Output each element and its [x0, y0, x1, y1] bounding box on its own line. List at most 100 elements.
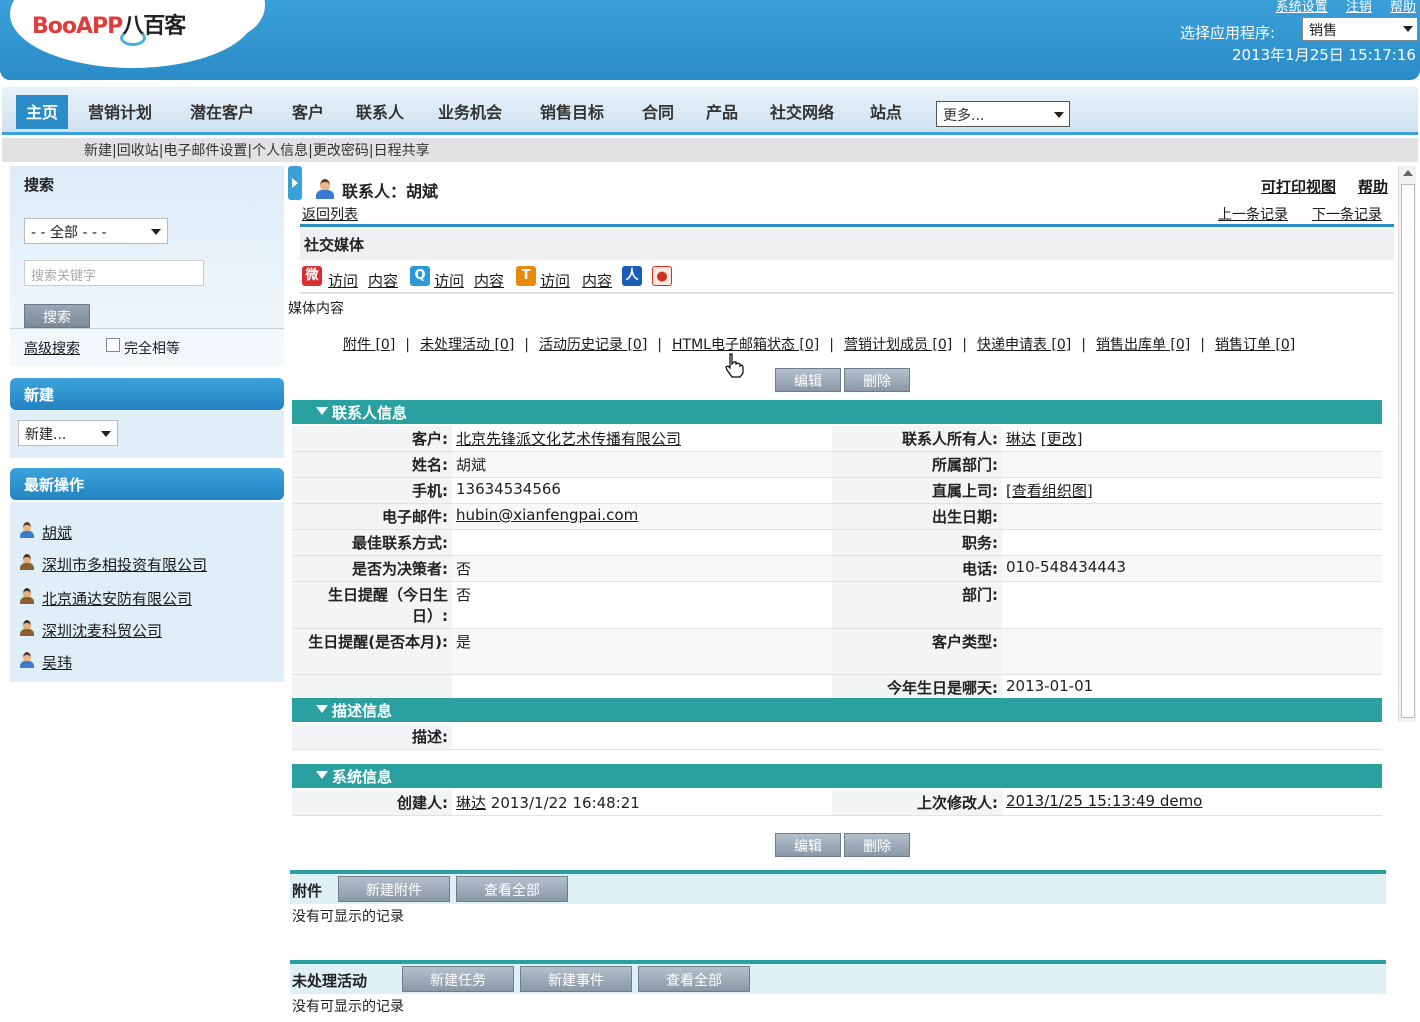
related-link-attachments[interactable]: 附件 [0]	[343, 337, 395, 353]
tab-leads[interactable]: 潜在客户	[190, 99, 254, 123]
printable-view-link[interactable]: 可打印视图	[1261, 176, 1336, 197]
tab-products[interactable]: 产品	[706, 99, 738, 123]
more-tabs-select[interactable]: 更多...	[936, 101, 1070, 127]
location-icon[interactable]: ●	[652, 266, 672, 286]
app-header: BooAPP八百客 系统设置 注销 帮助 选择应用程序: 销售 2013年1月2…	[0, 0, 1420, 80]
related-link-express-requests[interactable]: 快递申请表 [0]	[977, 337, 1071, 353]
scrollbar-thumb[interactable]	[1401, 184, 1415, 718]
list-header: 未处理活动 新建任务 新建事件 查看全部	[290, 964, 1386, 994]
recent-item-label[interactable]: 胡斌	[42, 524, 72, 542]
customer-icon	[20, 620, 34, 636]
search-input[interactable]: 搜索关键字	[24, 260, 204, 286]
content-link[interactable]: 内容	[368, 270, 398, 291]
tab-social-network[interactable]: 社交网络	[770, 99, 834, 123]
list-title: 附件	[292, 882, 323, 900]
customer-icon	[20, 588, 34, 604]
renren-icon[interactable]: 人	[622, 266, 642, 286]
related-link-campaign-members[interactable]: 营销计划成员 [0]	[844, 337, 952, 353]
recent-item-label[interactable]: 吴玮	[42, 654, 72, 672]
tab-contracts[interactable]: 合同	[642, 99, 674, 123]
scroll-up-icon[interactable]	[1403, 170, 1413, 176]
contact-icon	[316, 179, 334, 199]
sidebar-toggle[interactable]	[288, 166, 302, 200]
view-org-chart-link[interactable]: [查看组织图]	[1006, 482, 1093, 500]
new-event-button[interactable]: 新建事件	[520, 966, 632, 992]
edit-button[interactable]: 编辑	[775, 833, 841, 857]
tab-home[interactable]: 主页	[16, 95, 69, 129]
recent-item[interactable]: 深圳沈麦科贸公司	[20, 620, 162, 641]
help-link[interactable]: 帮助	[1358, 176, 1388, 197]
tab-opportunities[interactable]: 业务机会	[438, 99, 502, 123]
tab-sites[interactable]: 站点	[870, 99, 902, 123]
tab-contacts[interactable]: 联系人	[356, 99, 404, 123]
tab-marketing-plan[interactable]: 营销计划	[88, 99, 152, 123]
recent-item-label[interactable]: 深圳市多相投资有限公司	[42, 556, 207, 574]
help-header-link[interactable]: 帮助	[1390, 0, 1416, 15]
collapse-triangle-icon	[316, 407, 328, 415]
app-select[interactable]: 销售	[1302, 17, 1418, 41]
qq-weibo-icon[interactable]: Q	[410, 266, 430, 286]
visit-link[interactable]: 访问	[540, 270, 570, 291]
delete-button[interactable]: 删除	[844, 833, 910, 857]
tab-customers[interactable]: 客户	[292, 99, 324, 123]
search-title: 搜索	[24, 176, 55, 194]
recent-item[interactable]: 吴玮	[20, 652, 72, 673]
new-task-button[interactable]: 新建任务	[402, 966, 514, 992]
divider	[10, 328, 284, 329]
new-record-value: 新建...	[25, 427, 67, 443]
delete-button[interactable]: 删除	[844, 368, 910, 392]
section-description-info[interactable]: 描述信息	[292, 698, 1382, 722]
advanced-search-link[interactable]: 高级搜索	[24, 338, 80, 358]
customer-link[interactable]: 北京先锋派文化艺术传播有限公司	[456, 430, 681, 448]
visit-link[interactable]: 访问	[328, 270, 358, 291]
empty-message: 没有可显示的记录	[292, 909, 404, 925]
list-title: 未处理活动	[292, 972, 368, 990]
recent-item[interactable]: 深圳市多相投资有限公司	[20, 554, 207, 575]
recent-item[interactable]: 胡斌	[20, 522, 72, 543]
content-link[interactable]: 内容	[582, 270, 612, 291]
section-contact-info[interactable]: 联系人信息	[292, 400, 1382, 424]
app-logo[interactable]: BooAPP八百客	[32, 8, 186, 40]
logout-link[interactable]: 注销	[1346, 0, 1372, 15]
more-tabs-value: 更多...	[943, 108, 985, 124]
new-record-select[interactable]: 新建...	[18, 420, 118, 446]
system-settings-link[interactable]: 系统设置	[1276, 0, 1328, 15]
field-value: 010-548434443	[1002, 555, 1382, 582]
email-link[interactable]: hubin@xianfengpai.com	[456, 506, 638, 524]
field-label: 生日提醒(是否本月):	[292, 628, 452, 675]
search-scope-select[interactable]: - - 全部 - - -	[24, 218, 168, 244]
search-button[interactable]: 搜索	[24, 304, 90, 328]
new-attachment-button[interactable]: 新建附件	[338, 876, 450, 902]
edit-button[interactable]: 编辑	[775, 368, 841, 392]
field-label: 描述:	[292, 724, 452, 750]
related-link-html-email-status[interactable]: HTML电子邮箱状态 [0]	[672, 337, 819, 353]
recent-item-label[interactable]: 北京通达安防有限公司	[42, 590, 192, 608]
modified-link[interactable]: 2013/1/25 15:13:49 demo	[1006, 792, 1202, 810]
collapse-triangle-icon	[316, 705, 328, 713]
creator-link[interactable]: 琳达	[456, 794, 486, 812]
back-to-list-link[interactable]: 返回列表	[302, 204, 358, 224]
previous-record-link[interactable]: 上一条记录	[1218, 204, 1288, 224]
related-link-activity-history[interactable]: 活动历史记录 [0]	[539, 337, 647, 353]
related-link-sales-delivery[interactable]: 销售出库单 [0]	[1096, 337, 1190, 353]
exact-match-checkbox[interactable]	[106, 338, 120, 352]
vertical-scrollbar[interactable]	[1398, 166, 1416, 722]
quick-links-bar[interactable]: 新建|回收站|电子邮件设置|个人信息|更改密码|日程共享	[2, 138, 1418, 162]
view-all-button[interactable]: 查看全部	[638, 966, 750, 992]
related-link-sales-orders[interactable]: 销售订单 [0]	[1215, 337, 1295, 353]
tab-sales-targets[interactable]: 销售目标	[540, 99, 604, 123]
visit-link[interactable]: 访问	[434, 270, 464, 291]
owner-link[interactable]: 琳达	[1006, 430, 1036, 448]
related-link-open-activities[interactable]: 未处理活动 [0]	[420, 337, 514, 353]
view-all-button[interactable]: 查看全部	[456, 876, 568, 902]
recent-item[interactable]: 北京通达安防有限公司	[20, 588, 192, 609]
tianya-icon[interactable]: T	[516, 266, 536, 286]
section-system-info[interactable]: 系统信息	[292, 764, 1382, 788]
search-scope-value: - - 全部 - - -	[31, 225, 107, 241]
next-record-link[interactable]: 下一条记录	[1312, 204, 1382, 224]
recent-item-label[interactable]: 深圳沈麦科贸公司	[42, 622, 162, 640]
content-link[interactable]: 内容	[474, 270, 504, 291]
change-owner-link[interactable]: [更改]	[1041, 430, 1083, 448]
chevron-down-icon	[1403, 26, 1413, 32]
weibo-icon[interactable]: 微	[302, 266, 322, 286]
